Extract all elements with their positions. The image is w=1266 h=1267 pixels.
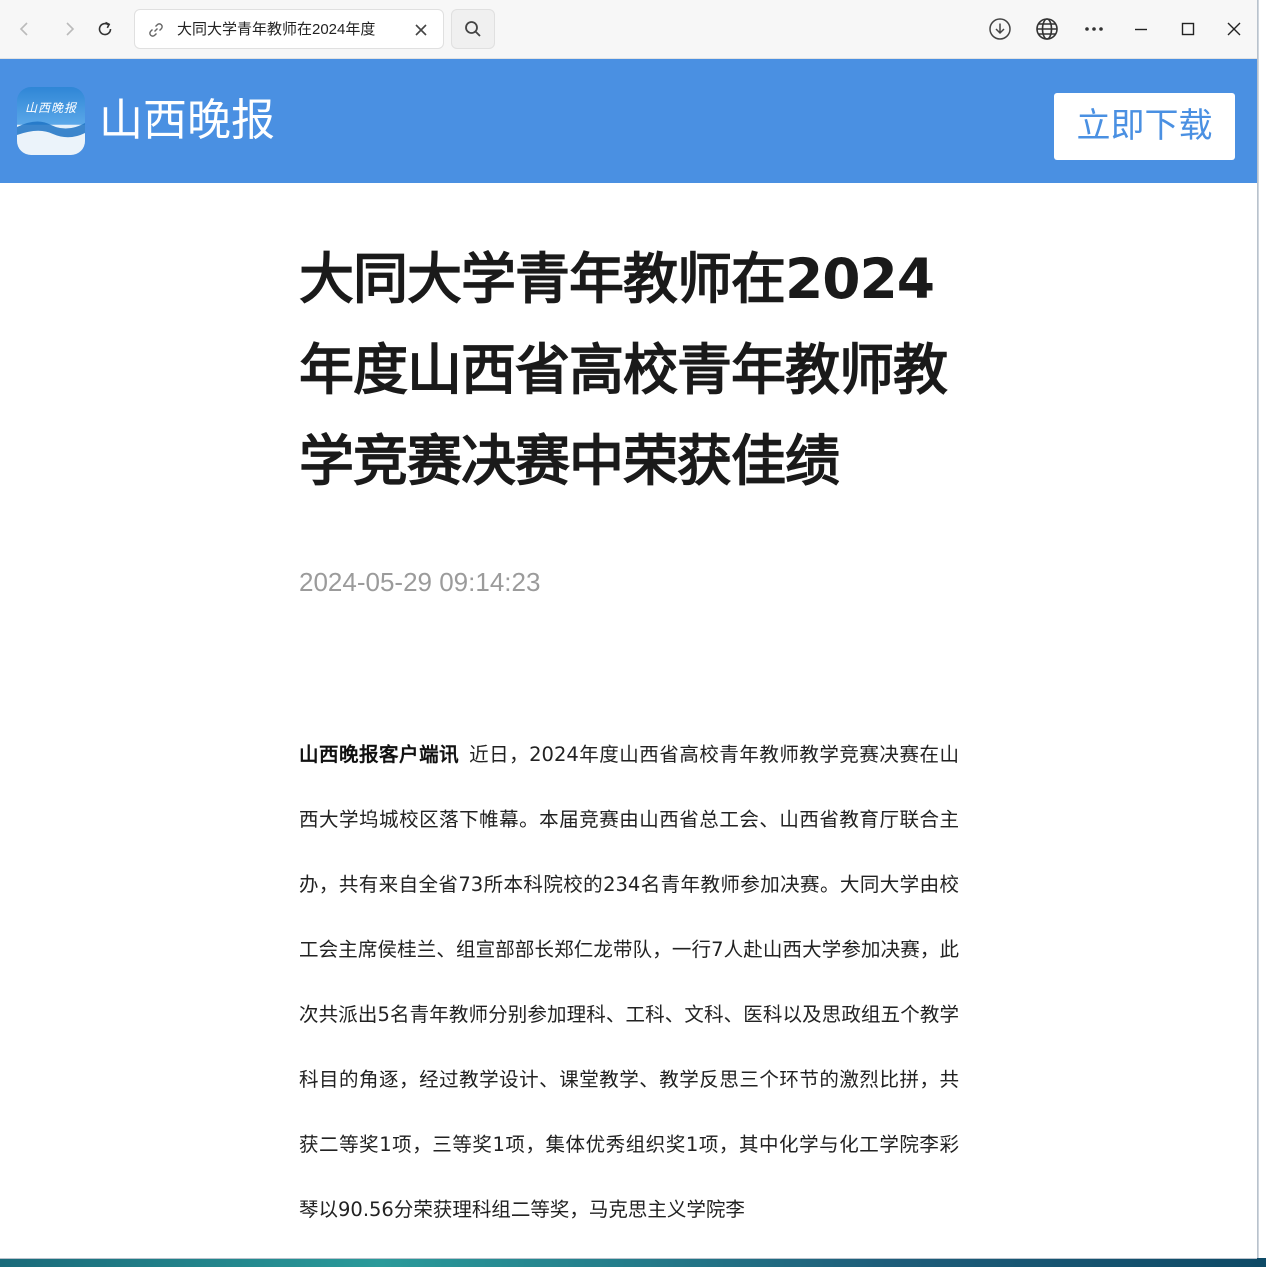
globe-icon[interactable] [1030,12,1064,46]
maximize-icon[interactable] [1171,12,1205,46]
download-app-button[interactable]: 立即下载 [1054,93,1235,160]
more-icon[interactable] [1077,12,1111,46]
logo-text: 山西晚报 [24,101,77,115]
desktop-taskbar-strip [0,1258,1266,1267]
tab-title: 大同大学青年教师在2024年度 [177,21,376,38]
reload-icon[interactable] [88,12,122,46]
article-source: 山西晚报客户端讯 [299,743,460,766]
minimize-icon[interactable] [1124,12,1158,46]
browser-window: 大同大学青年教师在2024年度 山西晚报 山西晚报 立即下载 大同大学青年教师在… [0,0,1257,1258]
arrow-right-icon[interactable] [52,12,86,46]
arrow-left-icon[interactable] [8,12,42,46]
window-close-icon[interactable] [1217,12,1251,46]
link-icon [147,21,165,39]
article-text: 近日，2024年度山西省高校青年教师教学竞赛决赛在山西大学坞城校区落下帷幕。本届… [299,743,959,1221]
browser-toolbar: 大同大学青年教师在2024年度 [0,0,1257,59]
site-header: 山西晚报 山西晚报 立即下载 [0,59,1257,183]
background-window [1258,0,1266,1267]
site-name: 山西晚报 [99,95,275,146]
search-icon[interactable] [451,9,495,49]
download-icon[interactable] [983,12,1017,46]
browser-tab[interactable]: 大同大学青年教师在2024年度 [134,9,444,49]
article-title: 大同大学青年教师在2024年度山西省高校青年教师教学竞赛决赛中荣获佳绩 [299,247,948,493]
article-timestamp: 2024-05-29 09:14:23 [299,567,541,597]
article-body: 山西晚报客户端讯 近日，2024年度山西省高校青年教师教学竞赛决赛在山西大学坞城校… [299,722,959,1242]
close-icon[interactable] [411,20,431,40]
site-logo: 山西晚报 [17,87,85,155]
